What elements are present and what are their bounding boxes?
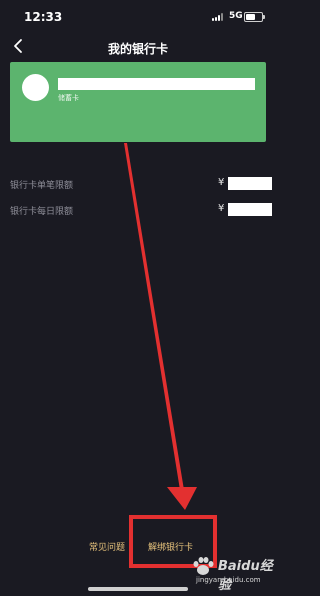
daily-limit-row: 银行卡每日限额 ¥ — [10, 203, 272, 217]
network-type: 5G — [229, 11, 243, 21]
single-limit-value-redacted — [228, 177, 272, 190]
bank-name-redacted — [58, 78, 255, 90]
home-indicator — [88, 587, 188, 591]
single-limit-label: 银行卡单笔限额 — [10, 181, 74, 191]
battery-icon — [244, 12, 265, 22]
signal-icon — [212, 13, 226, 21]
daily-limit-currency: ¥ — [218, 203, 225, 214]
nav-bar: 我的银行卡 — [0, 32, 276, 62]
daily-limit-label: 银行卡每日限额 — [10, 207, 74, 217]
page-title: 我的银行卡 — [107, 42, 168, 56]
card-type-label: 储蓄卡 — [58, 94, 79, 102]
bank-card[interactable]: 储蓄卡 — [10, 62, 266, 142]
watermark: Baidu经验 jingyan.baidu.com — [190, 555, 274, 593]
single-limit-currency: ¥ — [218, 177, 225, 188]
daily-limit-value-redacted — [228, 203, 272, 216]
watermark-brand: Baidu经验 — [218, 559, 273, 593]
single-limit-row: 银行卡单笔限额 ¥ — [10, 177, 272, 191]
watermark-url: jingyan.baidu.com — [196, 576, 261, 584]
battery-fill — [246, 14, 255, 20]
paw-icon — [193, 557, 214, 575]
status-time: 12:33 — [24, 10, 63, 24]
faq-link[interactable]: 常见问题 — [89, 540, 125, 553]
status-bar: 12:33 5G — [0, 0, 276, 32]
bank-logo-placeholder — [22, 74, 49, 101]
